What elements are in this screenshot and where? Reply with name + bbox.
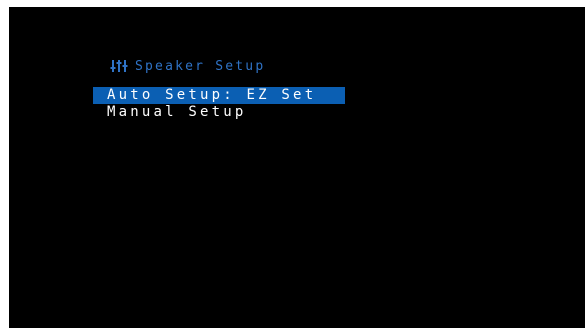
speaker-levels-icon <box>110 60 128 72</box>
setup-menu: Auto Setup: EZ Set Manual Setup <box>93 87 345 121</box>
page-title: Speaker Setup <box>135 58 266 74</box>
menu-header: Speaker Setup <box>109 58 265 74</box>
menu-item-manual-setup[interactable]: Manual Setup <box>93 104 345 121</box>
tv-screen: Speaker Setup Auto Setup: EZ Set Manual … <box>9 7 585 328</box>
menu-item-auto-setup[interactable]: Auto Setup: EZ Set <box>93 87 345 104</box>
